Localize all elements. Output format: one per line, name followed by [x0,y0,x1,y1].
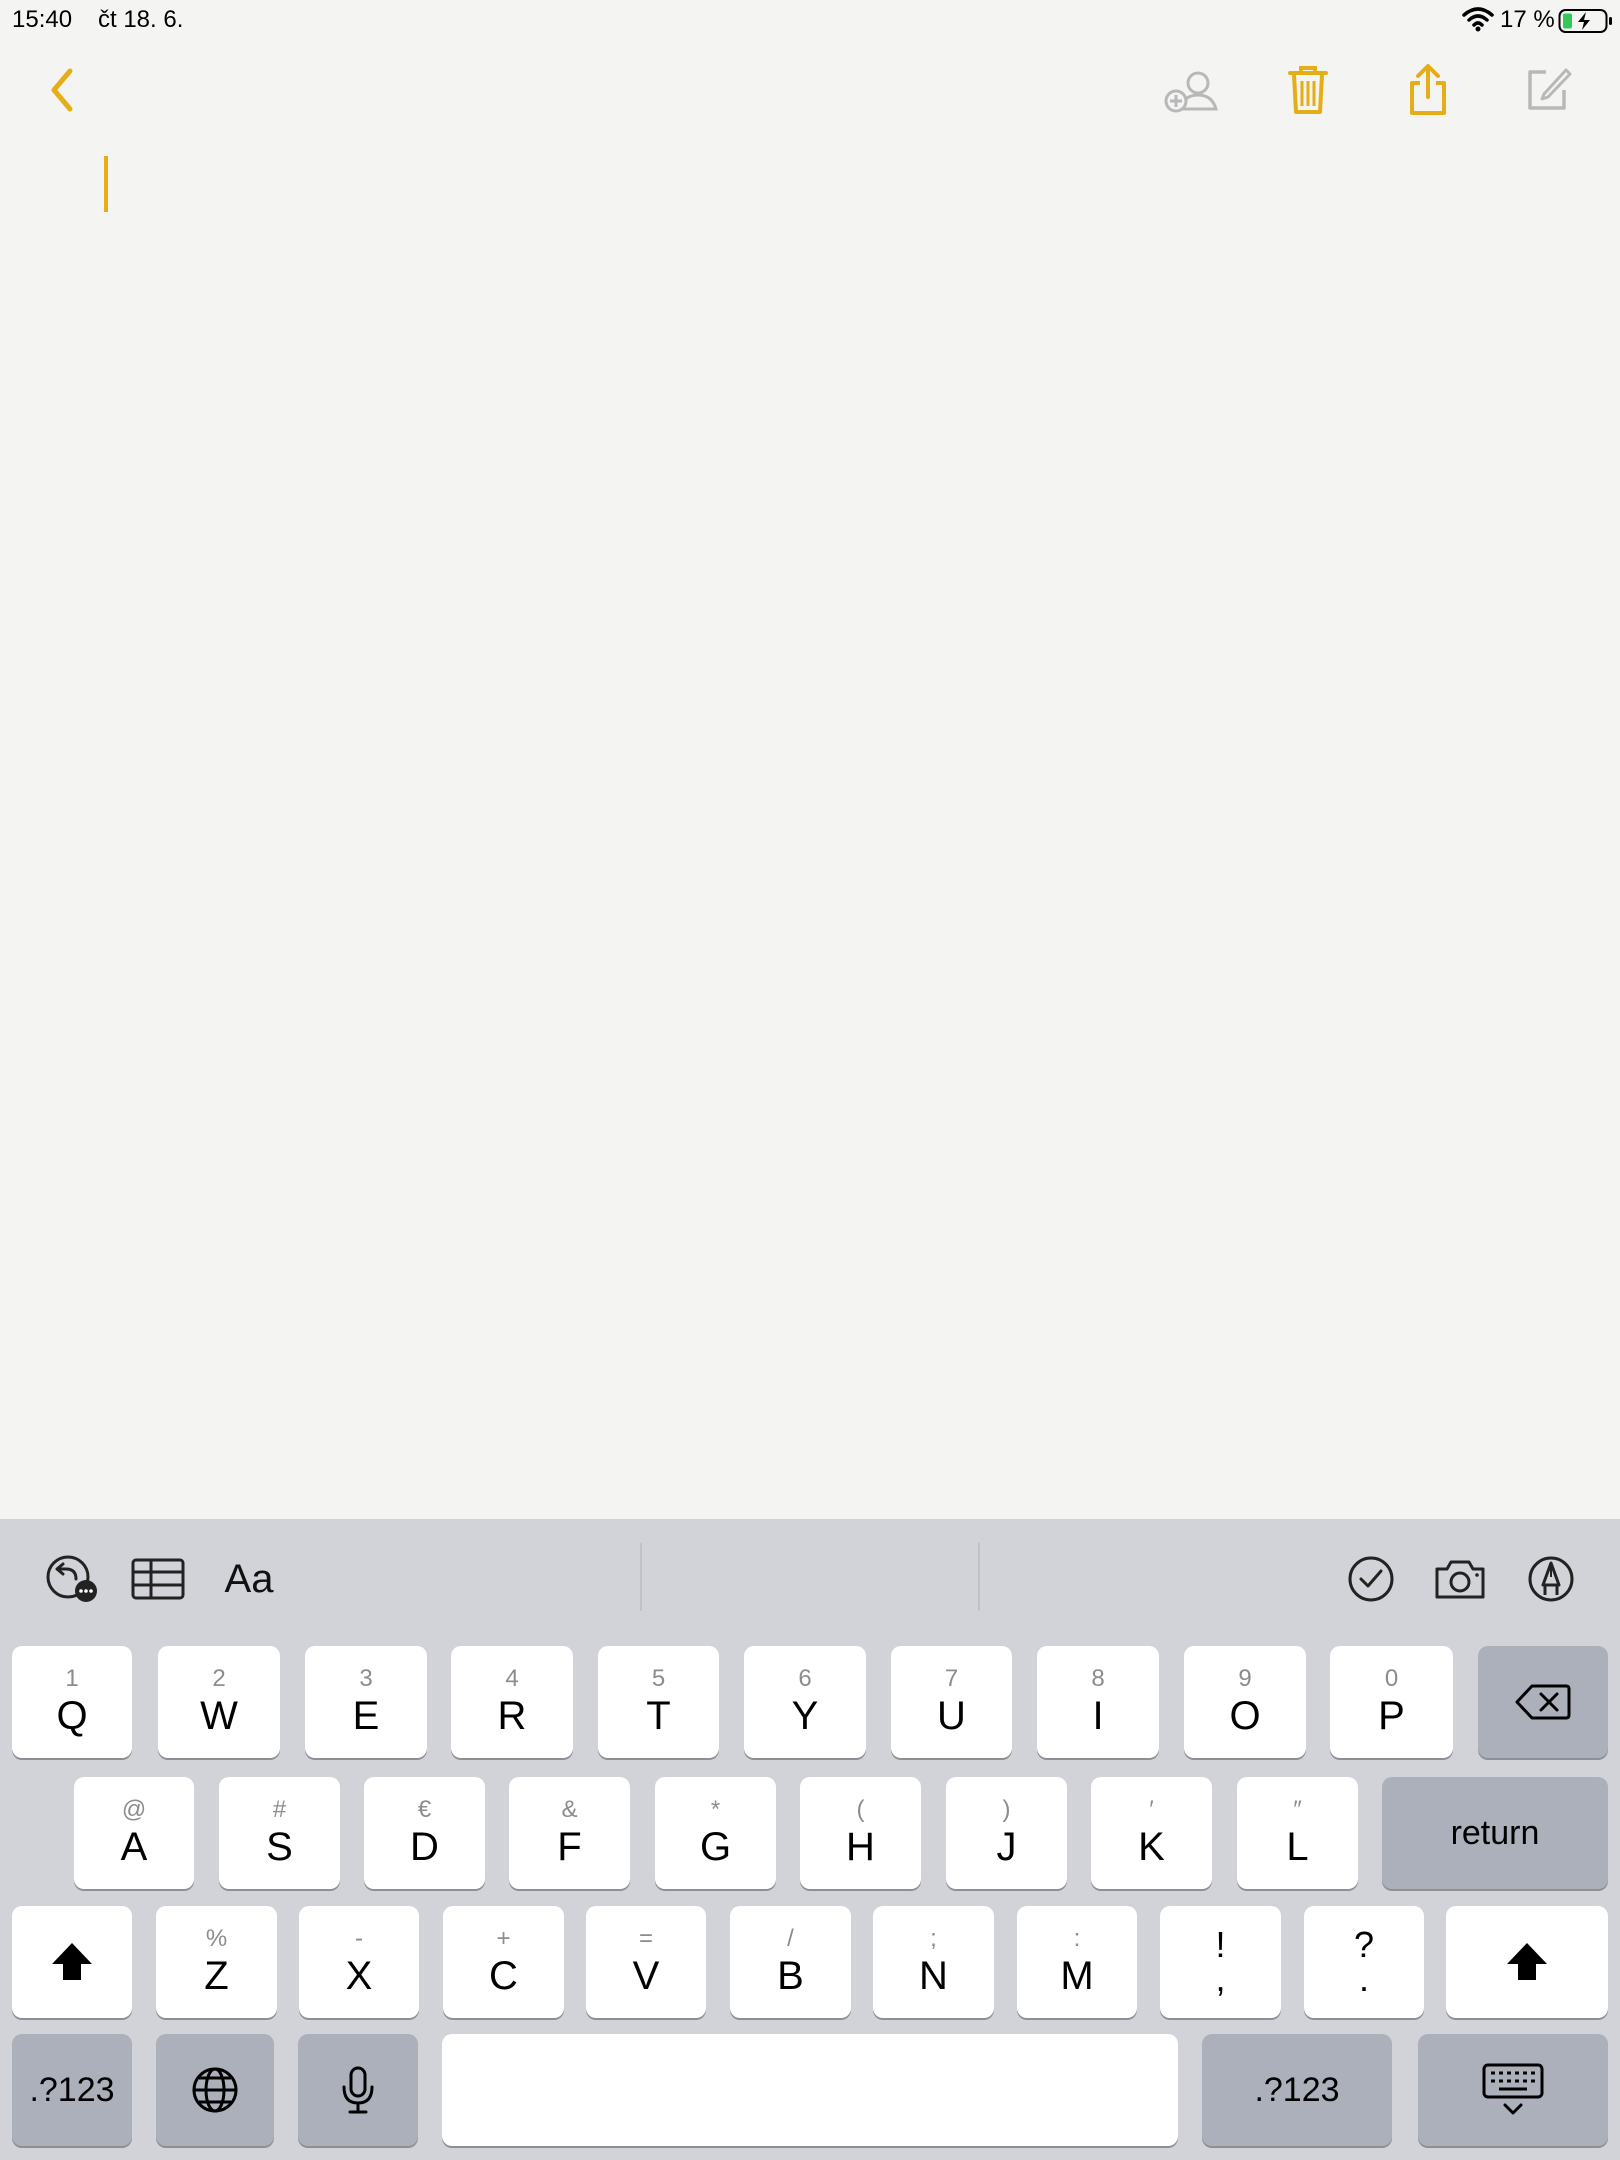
key-v[interactable]: = V [586,1906,706,2018]
key-m[interactable]: :M [1017,1906,1137,2018]
key-s[interactable]: # S [219,1777,340,1889]
camera-icon [1435,1560,1485,1599]
status-time: 15:40 [12,6,73,33]
key-p[interactable]: 0P [1330,1646,1453,1758]
camera-button[interactable] [1432,1549,1488,1609]
numbers-key-left[interactable]: .?123 [12,2034,132,2146]
key-o[interactable]: 9O [1184,1646,1306,1758]
battery-charging-icon [1558,9,1612,33]
key-z[interactable]: % Z [156,1906,277,2018]
key-l[interactable]: ″ L [1237,1777,1358,1889]
status-date: čt 18. 6. [98,6,184,33]
key-e[interactable]: 3E [305,1646,427,1758]
key-j[interactable]: ) J [946,1777,1067,1889]
key-h[interactable]: (H [800,1777,921,1889]
hide-keyboard-key[interactable] [1418,2034,1608,2146]
key-n[interactable]: ; N [873,1906,994,2018]
key-f[interactable]: & F [509,1777,630,1889]
key-c[interactable]: + C [443,1906,564,2018]
back-button[interactable] [30,58,94,122]
battery-percent: 17 % [1500,6,1555,33]
table-button[interactable] [128,1549,188,1609]
status-bar: 15:40 čt 18. 6. 17 % [0,0,1620,40]
keyboard-dismiss-icon [1482,2063,1544,2115]
add-person-icon [1164,71,1218,113]
space-bar[interactable] [442,2034,1178,2146]
text-cursor [104,156,108,212]
key-period-question[interactable]: ?. [1304,1906,1424,2018]
undo-more-icon [46,1555,97,1602]
globe-icon [192,2067,238,2113]
microphone-icon [342,2066,374,2114]
key-u[interactable]: 7U [891,1646,1012,1758]
trash-icon [1288,66,1328,114]
key-w[interactable]: 2W [158,1646,280,1758]
delete-key[interactable] [1478,1646,1608,1758]
numbers-key-right[interactable]: .?123 [1202,2034,1392,2146]
add-people-button[interactable] [1160,58,1224,122]
checklist-button[interactable] [1346,1549,1396,1609]
delete-button[interactable] [1276,58,1340,122]
share-icon [1410,64,1446,115]
key-t[interactable]: 5T [598,1646,719,1758]
chevron-left-icon [51,68,73,112]
key-comma-exclamation[interactable]: !, [1160,1906,1281,2018]
shift-key-right[interactable] [1446,1906,1608,2018]
dictation-key[interactable] [298,2034,418,2146]
keyboard: Aa 1Q 2W 3E 4R 5T 6 Y 7 U 8 I 9 O 0 P @ … [0,1519,1620,2160]
markup-button[interactable] [1526,1549,1576,1609]
shift-icon [52,1943,92,1980]
key-x[interactable]: -X [299,1906,419,2018]
toolbar-divider [978,1543,980,1611]
table-icon [131,1558,185,1600]
format-button[interactable]: Aa [214,1549,284,1609]
share-button[interactable] [1396,58,1460,122]
shift-icon [1507,1943,1547,1980]
key-q[interactable]: 1Q [12,1646,132,1758]
undo-more-button[interactable] [38,1549,106,1609]
key-i[interactable]: 8I [1037,1646,1159,1758]
shift-key-left[interactable] [12,1906,132,2018]
keyboard-toolbar: Aa [0,1519,1620,1637]
wifi-icon [1462,7,1494,32]
key-d[interactable]: € D [364,1777,485,1889]
key-a[interactable]: @ A [74,1777,194,1889]
key-r[interactable]: 4R [451,1646,573,1758]
checklist-icon [1348,1556,1394,1602]
key-g[interactable]: * G [655,1777,776,1889]
markup-pen-icon [1528,1556,1574,1602]
compose-icon [1528,68,1572,110]
globe-key[interactable] [156,2034,274,2146]
key-k[interactable]: ′ K [1091,1777,1212,1889]
return-key[interactable]: return [1382,1777,1608,1889]
compose-button[interactable] [1516,58,1580,122]
toolbar-divider [640,1543,642,1611]
key-b[interactable]: / B [730,1906,851,2018]
key-y[interactable]: 6Y [744,1646,866,1758]
backspace-icon [1515,1684,1571,1720]
